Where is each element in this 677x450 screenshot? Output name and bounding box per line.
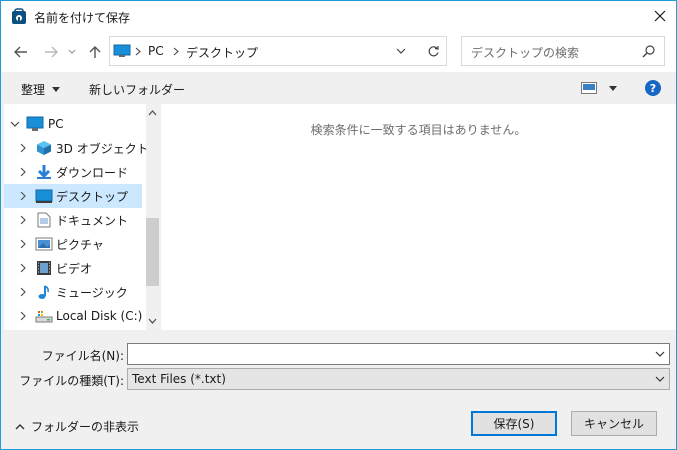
hide-folders-label: フォルダーの非表示 [31,420,140,434]
tree-item[interactable]: ダウンロード [4,160,142,184]
tree-item-label: デスクトップ [56,189,129,204]
chevron-right-icon[interactable] [18,167,28,177]
command-bar: 整理 新しいフォルダー ? [1,72,676,104]
notepad-app-icon [12,8,26,24]
view-icon [581,82,597,94]
filename-input[interactable] [127,343,670,365]
forward-arrow-icon [45,46,58,58]
close-button[interactable] [646,4,674,28]
save-as-dialog: 名前を付けて保存 PC デスクトップ デスクトップの検索 整理 新しいフォルダー… [0,0,677,450]
chevron-right-icon [135,47,141,56]
breadcrumb-desktop[interactable]: デスクトップ [186,44,258,61]
chevron-right-icon [173,47,179,56]
address-bar[interactable]: PC デスクトップ [109,36,497,66]
tree-item-label: ダウンロード [56,165,129,180]
chevron-down-icon[interactable] [10,119,20,129]
chevron-right-icon[interactable] [18,215,28,225]
drive-icon [35,311,53,323]
window-title: 名前を付けて保存 [34,11,131,25]
empty-message: 検索条件に一致する項目はありません。 [310,123,527,137]
tree-item-label: PC [48,117,64,131]
tree-item[interactable]: デスクトップ [4,184,142,208]
forward-button[interactable] [41,42,61,62]
close-icon [654,10,666,22]
recent-locations-button[interactable] [65,42,79,62]
pc-icon [26,116,44,131]
filetype-label: ファイルの種類(T): [19,374,124,388]
new-folder-button[interactable]: 新しいフォルダー [89,81,185,98]
video-icon [37,261,51,275]
refresh-icon[interactable] [427,45,440,58]
back-arrow-icon [14,46,27,58]
tree-item[interactable]: Local Disk (C:) [4,304,142,328]
document-icon [37,212,51,228]
chevron-right-icon[interactable] [18,143,28,153]
help-icon[interactable]: ? [645,80,661,96]
file-list[interactable]: 検索条件に一致する項目はありません。 [161,104,676,330]
filename-label: ファイル名(N): [41,349,124,363]
chevron-right-icon[interactable] [18,191,28,201]
scroll-up-icon[interactable] [148,110,157,116]
up-button[interactable] [85,42,105,62]
svg-text:?: ? [650,82,656,95]
view-options-button[interactable] [581,82,617,94]
chevron-right-icon[interactable] [18,263,28,273]
chevron-right-icon[interactable] [18,239,28,249]
caret-down-icon [609,85,617,91]
search-placeholder: デスクトップの検索 [471,46,580,60]
chevron-down-icon [68,49,76,54]
chevron-down-icon[interactable] [654,349,666,359]
tree-item[interactable]: ドキュメント [4,208,142,232]
cancel-button[interactable]: キャンセル [571,411,657,436]
tree-item-pc[interactable]: PC [4,112,142,136]
organize-label: 整理 [21,83,46,97]
breadcrumb-pc[interactable]: PC [148,44,164,58]
tree-item-label: ピクチャ [56,237,104,252]
address-dropdown-icon[interactable] [396,48,406,54]
3d-objects-icon [37,141,51,155]
tree-item-label: Local Disk (C:) [56,309,143,323]
chevron-up-icon [15,424,25,430]
tree-item[interactable]: ミュージック [4,280,142,304]
tree-item[interactable]: 3D オブジェクト [4,136,149,160]
title-bar: 名前を付けて保存 [1,1,676,32]
back-button[interactable] [11,42,31,62]
filetype-value: Text Files (*.txt) [132,372,226,386]
save-button[interactable]: 保存(S) [471,411,557,436]
nav-scrollbar[interactable] [146,104,159,330]
tree-item-label: ドキュメント [56,213,129,228]
organize-menu-button[interactable]: 整理 [21,81,61,98]
cancel-button-label: キャンセル [583,417,644,431]
tree-item[interactable]: ピクチャ [4,232,142,256]
pc-icon [113,44,131,57]
search-icon [642,45,655,58]
up-arrow-icon [89,46,101,58]
hide-folders-toggle[interactable]: フォルダーの非表示 [15,418,139,435]
tree-item[interactable]: ビデオ [4,256,142,280]
search-box[interactable]: デスクトップの検索 [461,36,665,66]
filetype-select[interactable]: Text Files (*.txt) [127,368,670,390]
tree-item-label: 3D オブジェクト [56,141,149,156]
tree-item-label: ビデオ [56,261,93,276]
navigation-pane: PC 3D オブジェクト ダウンロード デスクトップ ドキュメント ピクチャビデオミュー… [4,104,159,330]
music-icon [38,285,49,299]
pictures-icon [35,237,53,251]
download-icon [37,165,51,179]
caret-down-icon [52,87,61,92]
tree-item-label: ミュージック [56,285,128,300]
chevron-down-icon [655,376,665,382]
scroll-down-icon[interactable] [148,318,157,324]
desktop-icon [35,189,53,203]
save-button-label: 保存(S) [493,417,535,431]
chevron-right-icon[interactable] [18,287,28,297]
scroll-thumb[interactable] [146,218,159,286]
chevron-right-icon[interactable] [18,311,28,321]
